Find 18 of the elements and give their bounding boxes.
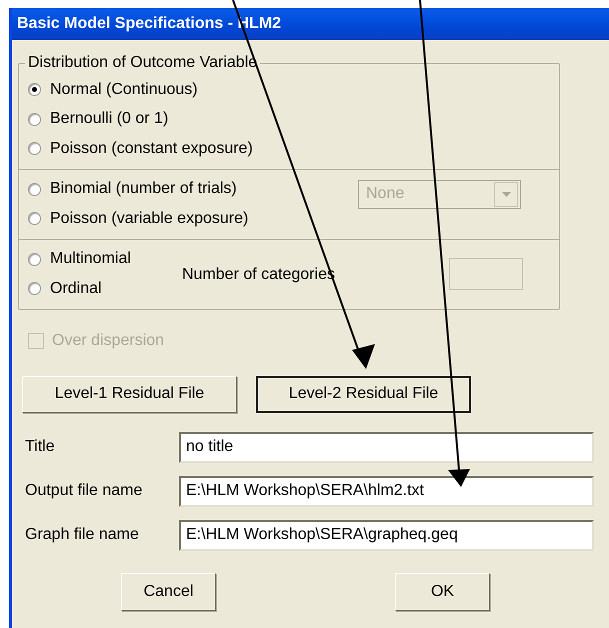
radio-option[interactable]: Bernoulli (0 or 1): [28, 104, 253, 134]
field-label: Title: [25, 438, 56, 456]
dialog-button[interactable]: Cancel: [121, 572, 216, 610]
text-field[interactable]: E:\HLM Workshop\SERA\hlm2.txt: [179, 476, 594, 506]
radio-option[interactable]: Ordinal: [28, 274, 131, 304]
radio-option[interactable]: Poisson (constant exposure): [28, 134, 253, 164]
radio-option[interactable]: Poisson (variable exposure): [28, 204, 248, 234]
residual-file-button[interactable]: Level-1 Residual File: [22, 376, 237, 412]
text-field[interactable]: no title: [179, 432, 594, 462]
radio-option[interactable]: Binomial (number of trials): [28, 174, 248, 204]
text-field[interactable]: E:\HLM Workshop\SERA\grapheq.geq: [179, 520, 594, 550]
field-label: Graph file name: [25, 526, 140, 544]
caret-icon: [502, 192, 510, 196]
dialog-button[interactable]: OK: [395, 572, 490, 610]
residual-file-button[interactable]: Level-2 Residual File: [256, 376, 471, 412]
field-label: Output file name: [25, 482, 144, 500]
radio-option[interactable]: Multinomial: [28, 244, 131, 274]
radio-option[interactable]: Normal (Continuous): [28, 75, 253, 104]
